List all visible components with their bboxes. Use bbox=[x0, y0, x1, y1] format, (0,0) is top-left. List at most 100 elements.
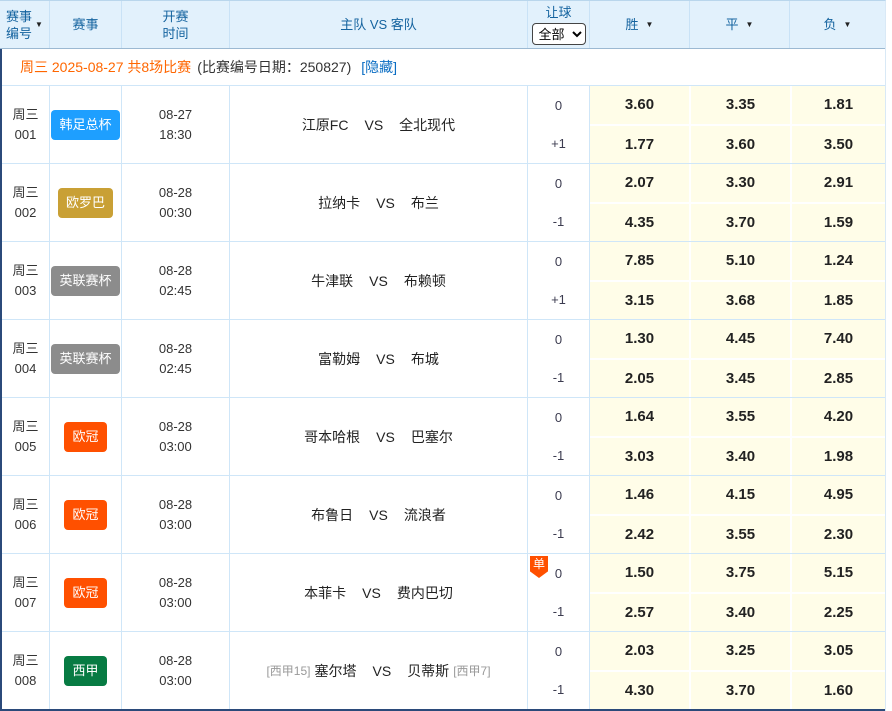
odds-win[interactable]: 2.42 bbox=[590, 516, 689, 554]
match-date: 08-28 bbox=[159, 573, 192, 593]
odds-lose[interactable]: 7.40 bbox=[792, 320, 885, 358]
header-lose[interactable]: 负 ▼ bbox=[790, 1, 885, 48]
odds-win[interactable]: 7.85 bbox=[590, 242, 689, 280]
hide-link[interactable]: [隐藏] bbox=[361, 57, 397, 77]
odds-lose[interactable]: 1.98 bbox=[792, 438, 885, 476]
match-row: 周三 001 韩足总杯 08-27 18:30 江原FC VS 全北现代 0 +… bbox=[2, 85, 885, 163]
odds-win[interactable]: 2.07 bbox=[590, 164, 689, 202]
odds-lose[interactable]: 2.85 bbox=[792, 360, 885, 398]
odds-draw[interactable]: 3.40 bbox=[691, 594, 790, 632]
odds-draw[interactable]: 3.60 bbox=[691, 126, 790, 164]
odds-lose[interactable]: 3.05 bbox=[792, 632, 885, 670]
match-no: 008 bbox=[15, 671, 37, 691]
odds-draw[interactable]: 3.30 bbox=[691, 164, 790, 202]
vs-label: VS bbox=[376, 349, 395, 369]
league-badge[interactable]: 西甲 bbox=[64, 656, 106, 686]
odds-draw[interactable]: 3.68 bbox=[691, 282, 790, 320]
handicap-cell: 0 +1 bbox=[528, 86, 590, 163]
odds-lose[interactable]: 1.60 bbox=[792, 672, 885, 710]
handicap-filter-select[interactable]: 全部 bbox=[532, 23, 586, 45]
league-badge[interactable]: 欧冠 bbox=[64, 500, 106, 530]
handicap-value: 0 bbox=[528, 399, 589, 437]
odds-draw[interactable]: 4.15 bbox=[691, 476, 790, 514]
odds-win[interactable]: 3.15 bbox=[590, 282, 689, 320]
odds-lose[interactable]: 2.91 bbox=[792, 164, 885, 202]
odds-win[interactable]: 2.57 bbox=[590, 594, 689, 632]
league-badge[interactable]: 韩足总杯 bbox=[51, 110, 119, 140]
header-league: 赛事 bbox=[50, 1, 122, 48]
league-cell: 韩足总杯 bbox=[50, 86, 122, 163]
odds-lose[interactable]: 2.25 bbox=[792, 594, 885, 632]
odds-lose[interactable]: 4.95 bbox=[792, 476, 885, 514]
odds-draw[interactable]: 3.45 bbox=[691, 360, 790, 398]
odds-lose[interactable]: 1.24 bbox=[792, 242, 885, 280]
teams-cell: 布鲁日 VS 流浪者 bbox=[230, 476, 528, 553]
odds-lose[interactable]: 4.20 bbox=[792, 398, 885, 436]
match-number: 周三 003 bbox=[2, 242, 50, 319]
away-team: 布赖顿 bbox=[404, 271, 446, 291]
match-time: 08-28 03:00 bbox=[122, 398, 230, 475]
date-text: 周三 2025-08-27 共8场比赛 bbox=[20, 57, 191, 77]
handicap-value: 0 bbox=[528, 321, 589, 359]
odds-draw[interactable]: 3.75 bbox=[691, 554, 790, 592]
header-match-number[interactable]: 赛事 编号 ▼ bbox=[0, 1, 50, 48]
odds-win[interactable]: 1.46 bbox=[590, 476, 689, 514]
match-kickoff: 03:00 bbox=[159, 437, 192, 457]
header-match-number-label: 赛事 编号 bbox=[6, 8, 32, 42]
odds-win[interactable]: 3.60 bbox=[590, 86, 689, 124]
odds-draw[interactable]: 5.10 bbox=[691, 242, 790, 280]
match-no: 006 bbox=[15, 515, 37, 535]
league-badge[interactable]: 英联赛杯 bbox=[51, 266, 119, 296]
odds-draw[interactable]: 3.70 bbox=[691, 204, 790, 242]
odds-win[interactable]: 1.50 bbox=[590, 554, 689, 592]
odds-draw[interactable]: 3.25 bbox=[691, 632, 790, 670]
teams-cell: 牛津联 VS 布赖顿 bbox=[230, 242, 528, 319]
odds-lose[interactable]: 1.59 bbox=[792, 204, 885, 242]
odds-win[interactable]: 2.03 bbox=[590, 632, 689, 670]
odds-draw[interactable]: 3.55 bbox=[691, 516, 790, 554]
odds-draw[interactable]: 3.35 bbox=[691, 86, 790, 124]
handicap-value: +1 bbox=[528, 125, 589, 163]
odds-win[interactable]: 4.30 bbox=[590, 672, 689, 710]
league-cell: 欧冠 bbox=[50, 476, 122, 553]
teams-cell: 本菲卡 VS 费内巴切 bbox=[230, 554, 528, 631]
league-cell: 英联赛杯 bbox=[50, 242, 122, 319]
odds-draw[interactable]: 4.45 bbox=[691, 320, 790, 358]
match-date: 08-28 bbox=[159, 417, 192, 437]
match-kickoff: 02:45 bbox=[159, 359, 192, 379]
league-badge[interactable]: 英联赛杯 bbox=[51, 344, 119, 374]
odds-win[interactable]: 1.77 bbox=[590, 126, 689, 164]
header-teams: 主队 VS 客队 bbox=[230, 1, 528, 48]
league-badge[interactable]: 欧罗巴 bbox=[58, 188, 113, 218]
league-badge[interactable]: 欧冠 bbox=[64, 578, 106, 608]
away-team: 巴塞尔 bbox=[411, 427, 453, 447]
home-rank: [西甲15] bbox=[266, 661, 310, 681]
table-body: 周三 2025-08-27 共8场比赛 (比赛编号日期：250827) [隐藏]… bbox=[0, 49, 885, 711]
away-team: 费内巴切 bbox=[397, 583, 453, 603]
league-badge[interactable]: 欧冠 bbox=[64, 422, 106, 452]
odds-lose[interactable]: 5.15 bbox=[792, 554, 885, 592]
odds-draw[interactable]: 3.70 bbox=[691, 672, 790, 710]
odds-grid: 1.46 4.15 4.95 2.42 3.55 2.30 bbox=[590, 476, 885, 553]
odds-win[interactable]: 1.64 bbox=[590, 398, 689, 436]
odds-win[interactable]: 1.30 bbox=[590, 320, 689, 358]
odds-draw[interactable]: 3.55 bbox=[691, 398, 790, 436]
league-cell: 欧罗巴 bbox=[50, 164, 122, 241]
header-draw[interactable]: 平 ▼ bbox=[690, 1, 790, 48]
odds-win[interactable]: 4.35 bbox=[590, 204, 689, 242]
sort-arrow-icon: ▼ bbox=[844, 16, 852, 33]
match-no: 007 bbox=[15, 593, 37, 613]
odds-lose[interactable]: 2.30 bbox=[792, 516, 885, 554]
odds-draw[interactable]: 3.40 bbox=[691, 438, 790, 476]
odds-lose[interactable]: 3.50 bbox=[792, 126, 885, 164]
match-day: 周三 bbox=[12, 339, 38, 359]
match-time: 08-28 02:45 bbox=[122, 320, 230, 397]
odds-lose[interactable]: 1.81 bbox=[792, 86, 885, 124]
home-team: 牛津联 bbox=[311, 271, 353, 291]
header-win[interactable]: 胜 ▼ bbox=[590, 1, 690, 48]
odds-win[interactable]: 3.03 bbox=[590, 438, 689, 476]
match-day: 周三 bbox=[12, 183, 38, 203]
match-row: 周三 005 欧冠 08-28 03:00 哥本哈根 VS 巴塞尔 0 -1 1… bbox=[2, 397, 885, 475]
odds-win[interactable]: 2.05 bbox=[590, 360, 689, 398]
odds-lose[interactable]: 1.85 bbox=[792, 282, 885, 320]
